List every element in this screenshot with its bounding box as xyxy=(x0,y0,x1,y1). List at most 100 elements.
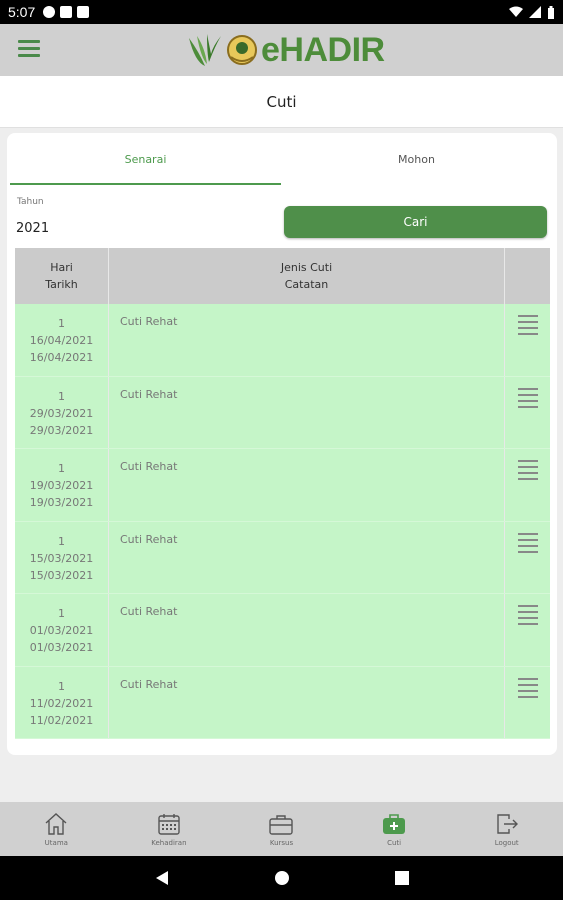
list-icon xyxy=(517,460,538,480)
header-jenis: Jenis Cuti xyxy=(280,261,333,274)
home-circle-icon xyxy=(274,871,289,885)
header-tarikh: Tarikh xyxy=(45,278,78,291)
table-row: 1 19/03/2021 19/03/2021 Cuti Rehat xyxy=(15,449,550,522)
nav-kursus[interactable]: Kursus xyxy=(225,802,338,856)
cell-hari-tarikh: 1 16/04/2021 16/04/2021 xyxy=(15,304,109,376)
search-button[interactable]: Cari xyxy=(284,206,547,238)
header-jenis-catatan: Jenis Cuti Catatan xyxy=(109,248,505,304)
cell-tarikh-akhir: 01/03/2021 xyxy=(29,641,94,654)
nav-label: Kehadiran xyxy=(151,839,187,847)
notification-icon xyxy=(60,6,73,18)
app-logo: eHADIR xyxy=(185,30,385,70)
header-hari-tarikh: Hari Tarikh xyxy=(15,248,109,304)
list-icon xyxy=(517,677,538,698)
recents-square-icon xyxy=(394,871,409,885)
cell-tarikh-mula: 29/03/2021 xyxy=(29,406,94,420)
logout-icon xyxy=(496,814,518,834)
cell-hari-tarikh: 1 11/02/2021 11/02/2021 xyxy=(15,666,109,738)
nav-label: Logout xyxy=(494,839,519,847)
cell-hari: 1 xyxy=(58,317,65,330)
page-header: Cuti xyxy=(0,76,563,128)
battery-icon xyxy=(548,5,554,19)
logo-text: eHADIR xyxy=(261,30,385,69)
list-icon xyxy=(517,605,538,625)
status-time: 5:07 xyxy=(8,4,36,20)
nav-logout[interactable]: Logout xyxy=(450,802,563,856)
notification-icon xyxy=(77,6,90,18)
row-menu-button[interactable] xyxy=(505,449,550,521)
cell-hari: 1 xyxy=(58,534,65,548)
wifi-icon xyxy=(509,6,523,17)
cell-tarikh-mula: 11/02/2021 xyxy=(29,696,94,710)
cell-jenis: Cuti Rehat xyxy=(109,449,505,521)
table-row: 1 11/02/2021 11/02/2021 Cuti Rehat xyxy=(15,666,550,739)
leave-table: Hari Tarikh Jenis Cuti Catatan 1 16/04/2… xyxy=(15,248,550,739)
cell-hari-tarikh: 1 19/03/2021 19/03/2021 xyxy=(15,449,109,521)
status-bar: 5:07 xyxy=(0,0,563,24)
system-nav-bar xyxy=(0,856,563,900)
notification-icon xyxy=(43,6,56,18)
crest-logo-icon xyxy=(227,35,257,65)
cell-hari-tarikh: 1 29/03/2021 29/03/2021 xyxy=(15,376,109,448)
cell-tarikh-akhir: 29/03/2021 xyxy=(29,423,94,437)
table-row: 1 16/04/2021 16/04/2021 Cuti Rehat xyxy=(15,304,550,377)
cell-tarikh-mula: 01/03/2021 xyxy=(29,624,94,637)
table-header: Hari Tarikh Jenis Cuti Catatan xyxy=(15,248,550,304)
tab-senarai[interactable]: Senarai xyxy=(10,133,281,185)
tab-mohon[interactable]: Mohon xyxy=(281,133,552,185)
cell-tarikh-akhir: 16/04/2021 xyxy=(29,351,94,364)
table-row: 1 15/03/2021 15/03/2021 Cuti Rehat xyxy=(15,521,550,594)
table-row: 1 01/03/2021 01/03/2021 Cuti Rehat xyxy=(15,594,550,667)
medical-bag-icon xyxy=(383,814,406,834)
row-menu-button[interactable] xyxy=(505,667,550,739)
row-menu-button[interactable] xyxy=(505,377,550,449)
nav-label: Kursus xyxy=(269,839,294,847)
nav-utama[interactable]: Utama xyxy=(0,802,113,856)
nav-kehadiran[interactable]: Kehadiran xyxy=(113,802,226,856)
list-icon xyxy=(517,532,538,553)
app-bar: eHADIR xyxy=(0,24,563,76)
hamburger-menu-icon[interactable] xyxy=(18,40,40,58)
row-menu-button[interactable] xyxy=(505,594,550,666)
page-title: Cuti xyxy=(266,92,297,111)
cell-tarikh-mula: 19/03/2021 xyxy=(29,479,94,492)
calendar-icon xyxy=(158,814,180,835)
home-button[interactable] xyxy=(222,870,342,886)
header-catatan: Catatan xyxy=(284,278,329,291)
cell-jenis: Cuti Rehat xyxy=(109,304,505,376)
nav-cuti[interactable]: Cuti xyxy=(338,802,451,856)
header-hari: Hari xyxy=(50,261,73,274)
nav-label: Cuti xyxy=(387,839,402,847)
list-icon xyxy=(517,315,538,335)
year-input[interactable] xyxy=(16,215,276,241)
year-label: Tahun xyxy=(17,197,44,207)
list-icon xyxy=(517,387,538,408)
main-card: Senarai Mohon Tahun Cari Hari Tarikh Jen… xyxy=(7,133,557,755)
home-icon xyxy=(45,813,67,835)
row-menu-button[interactable] xyxy=(505,522,550,594)
cell-jenis: Cuti Rehat xyxy=(109,521,505,593)
row-menu-button[interactable] xyxy=(505,304,550,376)
signal-icon xyxy=(529,6,541,18)
header-action xyxy=(505,248,550,304)
cell-hari: 1 xyxy=(58,679,65,693)
briefcase-icon xyxy=(269,815,294,835)
recents-button[interactable] xyxy=(342,871,462,885)
cell-hari: 1 xyxy=(58,389,65,403)
nav-label: Utama xyxy=(44,839,68,847)
back-triangle-icon xyxy=(155,871,168,885)
cell-tarikh-mula: 15/03/2021 xyxy=(29,551,94,565)
cell-hari-tarikh: 1 15/03/2021 15/03/2021 xyxy=(15,521,109,593)
cell-tarikh-akhir: 11/02/2021 xyxy=(29,713,94,727)
tab-bar: Senarai Mohon xyxy=(10,133,552,185)
bottom-nav: Utama Kehadiran Kursus Cuti Logout xyxy=(0,802,563,856)
cell-jenis: Cuti Rehat xyxy=(109,594,505,666)
back-button[interactable] xyxy=(102,870,222,886)
cell-tarikh-akhir: 19/03/2021 xyxy=(29,496,94,509)
leaf-logo-icon xyxy=(189,34,221,66)
cell-hari-tarikh: 1 01/03/2021 01/03/2021 xyxy=(15,594,109,666)
cell-jenis: Cuti Rehat xyxy=(109,376,505,448)
cell-jenis: Cuti Rehat xyxy=(109,666,505,738)
cell-tarikh-mula: 16/04/2021 xyxy=(29,334,94,347)
cell-hari: 1 xyxy=(58,607,65,620)
